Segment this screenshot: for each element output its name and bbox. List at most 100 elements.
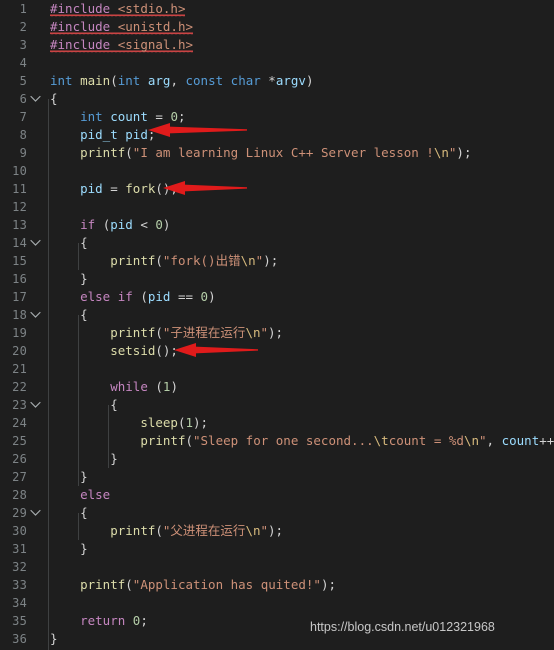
code-line: sleep(1);: [140, 415, 209, 430]
gutter-line: 4: [0, 54, 44, 72]
gutter-line: 30: [0, 522, 44, 540]
line-number: 12: [12, 200, 27, 214]
code-line: pid = fork();: [80, 181, 178, 196]
gutter-line: 22: [0, 378, 44, 396]
code-line: }: [80, 271, 88, 286]
line-number: 22: [12, 380, 27, 394]
line-number: 14: [12, 236, 27, 250]
line-number: 19: [12, 326, 27, 340]
line-number: 30: [12, 524, 27, 538]
gutter-line: 14: [0, 234, 44, 252]
line-number: 3: [19, 38, 27, 52]
gutter-line: 25: [0, 432, 44, 450]
gutter-line: 1: [0, 0, 44, 18]
gutter-line: 32: [0, 558, 44, 576]
code-line: }: [80, 541, 88, 556]
watermark-url: https://blog.csdn.net/u012321968: [310, 620, 495, 634]
gutter-line: 12: [0, 198, 44, 216]
line-number: 15: [12, 254, 27, 268]
gutter-line: 34: [0, 594, 44, 612]
chevron-down-icon[interactable]: [30, 234, 43, 252]
line-number: 29: [12, 506, 27, 520]
code-line: else if (pid == 0): [80, 289, 216, 304]
gutter-line: 31: [0, 540, 44, 558]
line-number: 17: [12, 290, 27, 304]
gutter-line: 29: [0, 504, 44, 522]
code-content[interactable]: #include <stdio.h> #include <unistd.h> #…: [44, 0, 554, 650]
line-number: 16: [12, 272, 27, 286]
gutter-line: 26: [0, 450, 44, 468]
gutter-line: 13: [0, 216, 44, 234]
chevron-down-icon[interactable]: [30, 306, 43, 324]
code-line: printf("fork()出错\n");: [110, 253, 279, 268]
gutter-line: 7: [0, 108, 44, 126]
code-line: else: [80, 487, 111, 502]
gutter-line: 20: [0, 342, 44, 360]
code-editor: 1 2 3 4 5 6 7 8 9 10 11 12 13 14 15 16 17 18 19 20 21 22 23 24 2…: [0, 0, 554, 650]
line-number: 31: [12, 542, 27, 556]
code-line: int count = 0;: [80, 109, 186, 124]
gutter-line: 23: [0, 396, 44, 414]
gutter-line: 8: [0, 126, 44, 144]
gutter-line: 19: [0, 324, 44, 342]
line-number: 18: [12, 308, 27, 322]
line-number: 6: [19, 92, 27, 106]
code-line: printf("I am learning Linux C++ Server l…: [80, 145, 472, 160]
code-line: setsid();: [110, 343, 178, 358]
line-number: 9: [19, 146, 27, 160]
line-number: 34: [12, 596, 27, 610]
line-number: 24: [12, 416, 27, 430]
code-line: {: [50, 91, 58, 106]
gutter-line: 15: [0, 252, 44, 270]
code-line: }: [80, 469, 88, 484]
code-line: pid_t pid;: [80, 127, 156, 142]
gutter-line: 33: [0, 576, 44, 594]
chevron-down-icon[interactable]: [30, 396, 43, 414]
line-number: 23: [12, 398, 27, 412]
chevron-down-icon[interactable]: [30, 504, 43, 522]
gutter-line: 2: [0, 18, 44, 36]
chevron-down-icon[interactable]: [30, 90, 43, 108]
gutter-line: 28: [0, 486, 44, 504]
code-line: #include <unistd.h>: [50, 19, 194, 35]
code-line: }: [110, 451, 118, 466]
gutter-line: 21: [0, 360, 44, 378]
gutter: 1 2 3 4 5 6 7 8 9 10 11 12 13 14 15 16 17 18 19 20 21 22 23 24 2…: [0, 0, 44, 650]
code-line: printf("Sleep for one second...\tcount =…: [140, 433, 554, 448]
code-line: #include <signal.h>: [50, 37, 194, 53]
gutter-line: 6: [0, 90, 44, 108]
line-number: 32: [12, 560, 27, 574]
line-number: 33: [12, 578, 27, 592]
code-line: printf("Application has quited!");: [80, 577, 337, 592]
code-line: while (1): [110, 379, 178, 394]
gutter-line: 36: [0, 630, 44, 648]
code-line: {: [80, 505, 88, 520]
line-number: 36: [12, 632, 27, 646]
line-number: 8: [19, 128, 27, 142]
line-number: 25: [12, 434, 27, 448]
line-number: 26: [12, 452, 27, 466]
line-number: 7: [19, 110, 27, 124]
gutter-line: 27: [0, 468, 44, 486]
gutter-line: 18: [0, 306, 44, 324]
line-number: 2: [19, 20, 27, 34]
gutter-line: 10: [0, 162, 44, 180]
line-number: 11: [12, 182, 27, 196]
line-number: 35: [12, 614, 27, 628]
line-number: 21: [12, 362, 27, 376]
code-line: {: [110, 397, 118, 412]
line-number: 5: [19, 74, 27, 88]
gutter-line: 3: [0, 36, 44, 54]
code-line: {: [80, 235, 88, 250]
line-number: 28: [12, 488, 27, 502]
gutter-line: 11: [0, 180, 44, 198]
line-number: 20: [12, 344, 27, 358]
gutter-line: 16: [0, 270, 44, 288]
gutter-line: 24: [0, 414, 44, 432]
